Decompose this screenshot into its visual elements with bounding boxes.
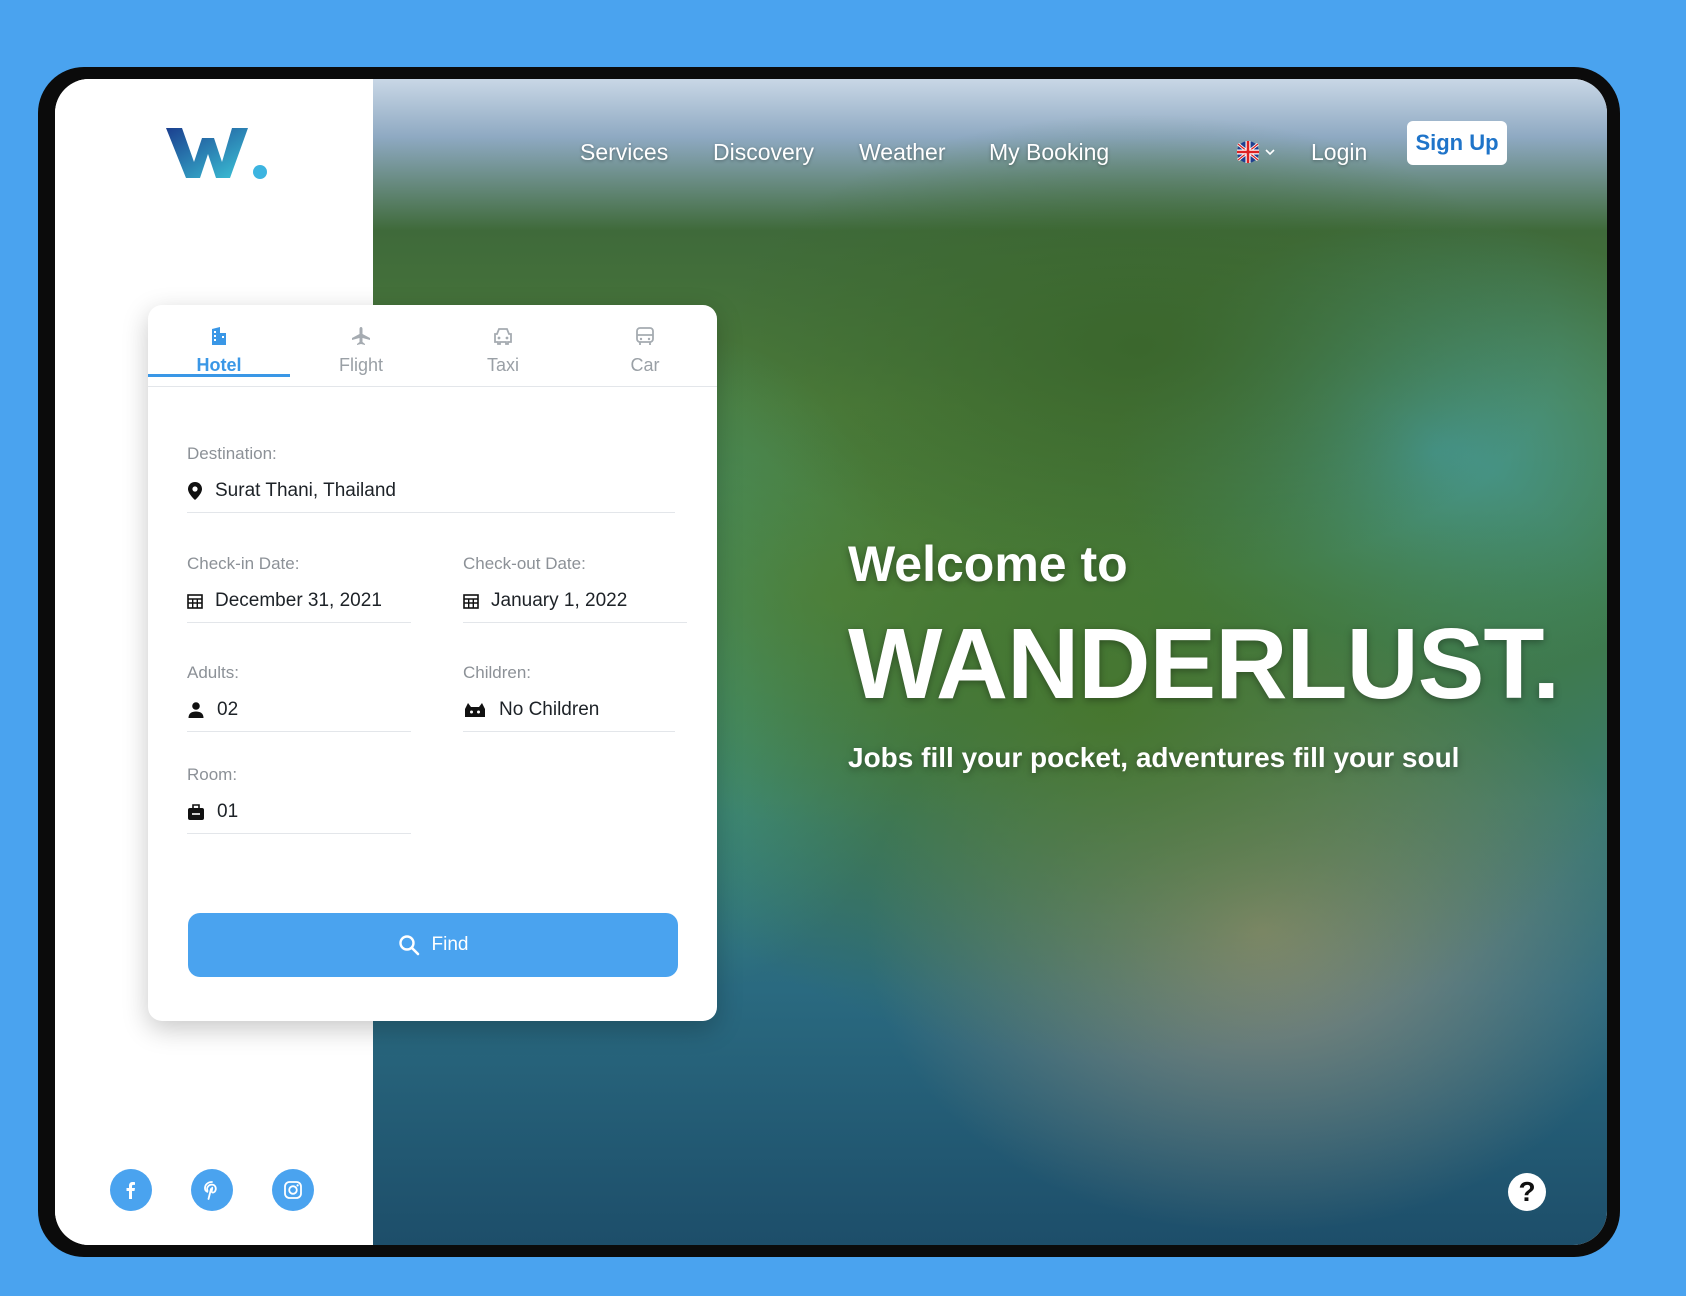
tab-car[interactable]: Car <box>574 325 716 376</box>
checkin-field[interactable]: Check-in Date: December 31, 2021 <box>187 554 411 623</box>
hero-headline: Welcome to WANDERLUST. Jobs fill your po… <box>848 534 1560 778</box>
tab-taxi-label: Taxi <box>486 355 519 375</box>
nav-weather[interactable]: Weather <box>859 132 946 172</box>
children-field[interactable]: Children: No Children <box>463 663 675 732</box>
adults-value: 02 <box>217 699 239 720</box>
calendar-icon <box>463 594 479 609</box>
nav-my-booking[interactable]: My Booking <box>989 132 1109 172</box>
app-window: Services Discovery Weather My Booking Lo… <box>55 79 1607 1245</box>
help-button[interactable]: ? <box>1508 1173 1546 1211</box>
brand-logo[interactable] <box>166 124 270 188</box>
tab-car-label: Car <box>630 355 660 375</box>
destination-field[interactable]: Destination: Surat Thani, Thailand <box>187 444 675 513</box>
instagram-icon[interactable] <box>272 1169 314 1211</box>
destination-value: Surat Thani, Thailand <box>215 480 396 501</box>
booking-card: Hotel Flight Taxi Car Destination: Surat… <box>148 305 717 1021</box>
tab-hotel-label: Hotel <box>196 355 242 375</box>
find-button[interactable]: Find <box>188 913 678 977</box>
checkout-input[interactable]: January 1, 2022 <box>463 590 687 623</box>
child-icon <box>465 703 485 717</box>
checkout-label: Check-out Date: <box>463 554 586 573</box>
tab-taxi[interactable]: Taxi <box>432 325 574 376</box>
room-input[interactable]: 01 <box>187 801 411 834</box>
checkin-input[interactable]: December 31, 2021 <box>187 590 411 623</box>
pinterest-icon[interactable] <box>191 1169 233 1211</box>
nav-discovery[interactable]: Discovery <box>713 132 814 172</box>
luggage-icon <box>188 804 204 820</box>
destination-label: Destination: <box>187 444 277 463</box>
children-label: Children: <box>463 663 532 682</box>
booking-tabs: Hotel Flight Taxi Car <box>148 305 717 387</box>
nav-services[interactable]: Services <box>580 132 668 172</box>
destination-input[interactable]: Surat Thani, Thailand <box>187 480 675 513</box>
tab-flight[interactable]: Flight <box>290 325 432 376</box>
login-link[interactable]: Login <box>1311 132 1367 172</box>
adults-input[interactable]: 02 <box>187 699 411 732</box>
search-icon <box>398 935 419 956</box>
plane-icon <box>352 327 370 345</box>
tab-flight-label: Flight <box>338 355 383 375</box>
tab-hotel[interactable]: Hotel <box>148 325 290 377</box>
welcome-text: Welcome to <box>848 536 1128 592</box>
signup-button[interactable]: Sign Up <box>1407 121 1507 165</box>
checkout-field[interactable]: Check-out Date: January 1, 2022 <box>463 554 687 623</box>
room-label: Room: <box>187 765 238 784</box>
room-value: 01 <box>217 801 239 822</box>
checkin-label: Check-in Date: <box>187 554 300 573</box>
brand-title: WANDERLUST. <box>848 608 1560 720</box>
taxi-icon <box>494 328 512 345</box>
checkout-value: January 1, 2022 <box>491 590 628 611</box>
car-icon <box>636 327 654 345</box>
room-field[interactable]: Room: 01 <box>187 765 411 834</box>
hotel-icon <box>212 327 226 345</box>
find-button-label: Find <box>431 934 469 955</box>
adults-label: Adults: <box>187 663 239 682</box>
children-value: No Children <box>499 699 600 720</box>
social-links <box>110 1169 314 1211</box>
checkin-value: December 31, 2021 <box>215 590 382 611</box>
calendar-icon <box>187 594 203 609</box>
tagline: Jobs fill your pocket, adventures fill y… <box>848 742 1460 773</box>
children-input[interactable]: No Children <box>463 699 675 732</box>
active-tab-indicator <box>148 374 290 377</box>
location-pin-icon <box>188 482 202 500</box>
person-icon <box>188 702 204 718</box>
uk-flag-icon <box>1237 141 1259 163</box>
chevron-down-icon <box>1265 149 1275 156</box>
facebook-icon[interactable] <box>110 1169 152 1211</box>
language-selector[interactable] <box>1235 141 1275 163</box>
adults-field[interactable]: Adults: 02 <box>187 663 411 732</box>
